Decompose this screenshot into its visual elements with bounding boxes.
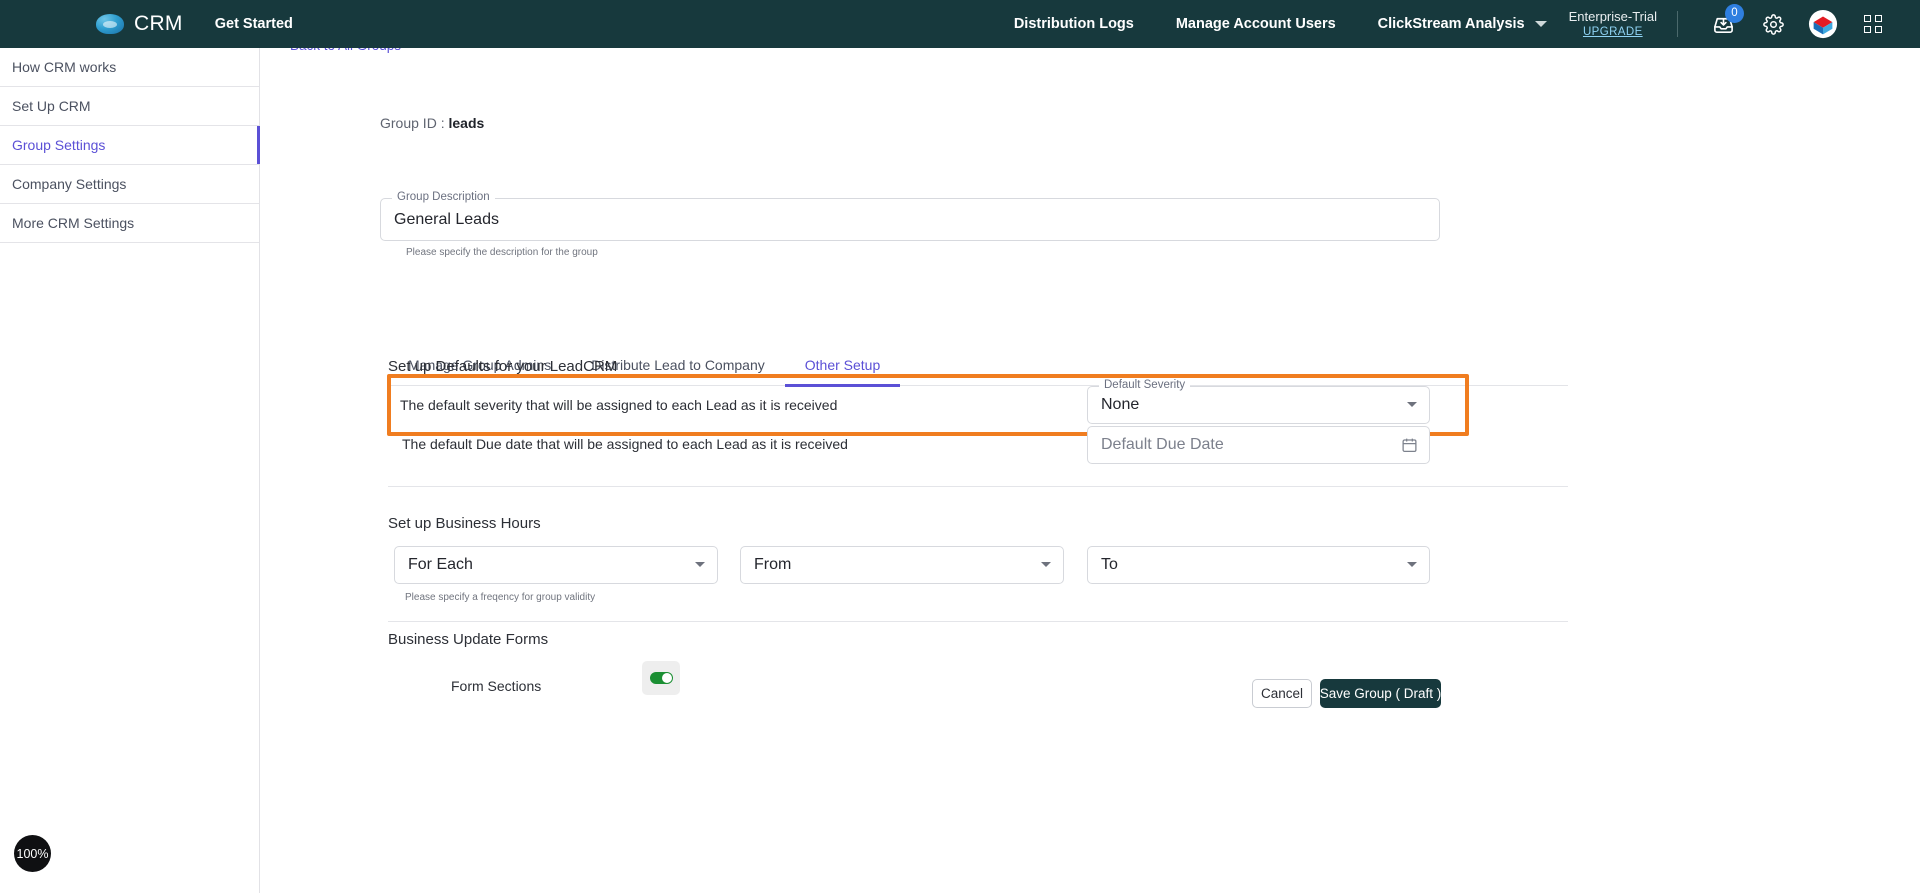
brand-name: CRM	[134, 12, 183, 35]
group-id: Group ID : leads	[380, 115, 484, 131]
diamond-logo-icon[interactable]	[1806, 7, 1840, 41]
plan-name: Enterprise-Trial	[1568, 8, 1657, 24]
sidebar: How CRM works Set Up CRM Group Settings …	[0, 48, 260, 893]
group-description-field[interactable]: Group Description General Leads	[380, 191, 1440, 241]
group-description-legend: Group Description	[392, 191, 495, 203]
calendar-icon[interactable]	[1401, 437, 1418, 454]
form-sections-label: Form Sections	[451, 678, 542, 694]
business-hours-from-select[interactable]: From	[740, 546, 1064, 584]
business-hours-to-value: To	[1101, 556, 1118, 573]
divider	[388, 486, 1568, 487]
defaults-section-title: Set up Defaults for your LeadCRM	[388, 358, 618, 375]
nav-clickstream-analysis[interactable]: ClickStream Analysis	[1378, 16, 1525, 32]
default-severity-legend: Default Severity	[1099, 379, 1191, 391]
business-hours-title: Set up Business Hours	[388, 515, 541, 532]
group-description-value: General Leads	[394, 210, 499, 228]
divider	[388, 621, 1568, 622]
save-group-draft-button[interactable]: Save Group ( Draft )	[1320, 679, 1441, 708]
cancel-button[interactable]: Cancel	[1252, 679, 1312, 708]
inbox-download-icon[interactable]: 0	[1706, 4, 1744, 41]
brand[interactable]: CRM	[96, 12, 183, 36]
chevron-down-icon[interactable]	[1407, 402, 1417, 407]
group-id-label: Group ID :	[380, 115, 445, 131]
top-nav-right: Distribution Logs Manage Account Users C…	[1014, 0, 1920, 48]
default-severity-row-label: The default severity that will be assign…	[400, 397, 838, 413]
sidebar-item-set-up-crm[interactable]: Set Up CRM	[0, 87, 259, 126]
sidebar-item-label: How CRM works	[12, 59, 117, 75]
business-hours-frequency-select[interactable]: For Each	[394, 546, 718, 584]
business-update-forms-title: Business Update Forms	[388, 631, 549, 648]
sidebar-item-company-settings[interactable]: Company Settings	[0, 165, 259, 204]
sidebar-item-more-crm-settings[interactable]: More CRM Settings	[0, 204, 259, 243]
default-due-date-field[interactable]: Default Due Date	[1087, 426, 1430, 464]
chevron-down-icon[interactable]	[1534, 21, 1547, 27]
sidebar-item-how-crm-works[interactable]: How CRM works	[0, 48, 259, 87]
inbox-badge-count: 0	[1725, 4, 1744, 23]
default-severity-select[interactable]: Default Severity None	[1087, 379, 1430, 424]
chevron-down-icon[interactable]	[1041, 562, 1051, 567]
group-description-helper: Please specify the description for the g…	[406, 247, 598, 258]
chevron-down-icon[interactable]	[1407, 562, 1417, 567]
toggle-knob	[661, 673, 672, 683]
sidebar-item-label: Set Up CRM	[12, 98, 91, 114]
group-id-value: leads	[448, 115, 485, 131]
sidebar-item-group-settings[interactable]: Group Settings	[0, 126, 260, 165]
sidebar-item-label: More CRM Settings	[12, 215, 135, 231]
business-hours-from-value: From	[754, 556, 792, 573]
business-hours-to-select[interactable]: To	[1087, 546, 1430, 584]
business-hours-frequency-value: For Each	[408, 556, 473, 573]
upgrade-link[interactable]: UPGRADE	[1569, 25, 1657, 39]
form-sections-toggle[interactable]	[642, 661, 680, 695]
sidebar-item-label: Group Settings	[12, 137, 106, 153]
nav-manage-account-users[interactable]: Manage Account Users	[1176, 16, 1336, 32]
gear-icon[interactable]	[1756, 7, 1790, 41]
chevron-down-icon[interactable]	[695, 562, 705, 567]
nav-distribution-logs[interactable]: Distribution Logs	[1014, 16, 1134, 32]
sidebar-item-label: Company Settings	[12, 176, 127, 192]
apps-grid-icon[interactable]	[1856, 7, 1890, 41]
toggle-track	[649, 672, 673, 684]
default-severity-value: None	[1101, 396, 1140, 413]
default-due-date-row-label: The default Due date that will be assign…	[402, 436, 848, 452]
crm-logo-icon	[96, 14, 124, 34]
default-due-date-placeholder: Default Due Date	[1101, 436, 1224, 453]
get-started-link[interactable]: Get Started	[215, 16, 293, 32]
top-navigation-bar: CRM Get Started Distribution Logs Manage…	[0, 0, 1920, 48]
divider	[1677, 11, 1678, 37]
back-to-all-groups-link[interactable]: Back to All Groups	[290, 48, 401, 53]
business-hours-frequency-helper: Please specify a freqency for group vali…	[405, 592, 596, 603]
main-content: Back to All Groups Group ID : leads Grou…	[261, 48, 1920, 893]
zoom-level-badge: 100%	[14, 835, 51, 872]
plan-info: Enterprise-Trial UPGRADE	[1569, 9, 1657, 40]
